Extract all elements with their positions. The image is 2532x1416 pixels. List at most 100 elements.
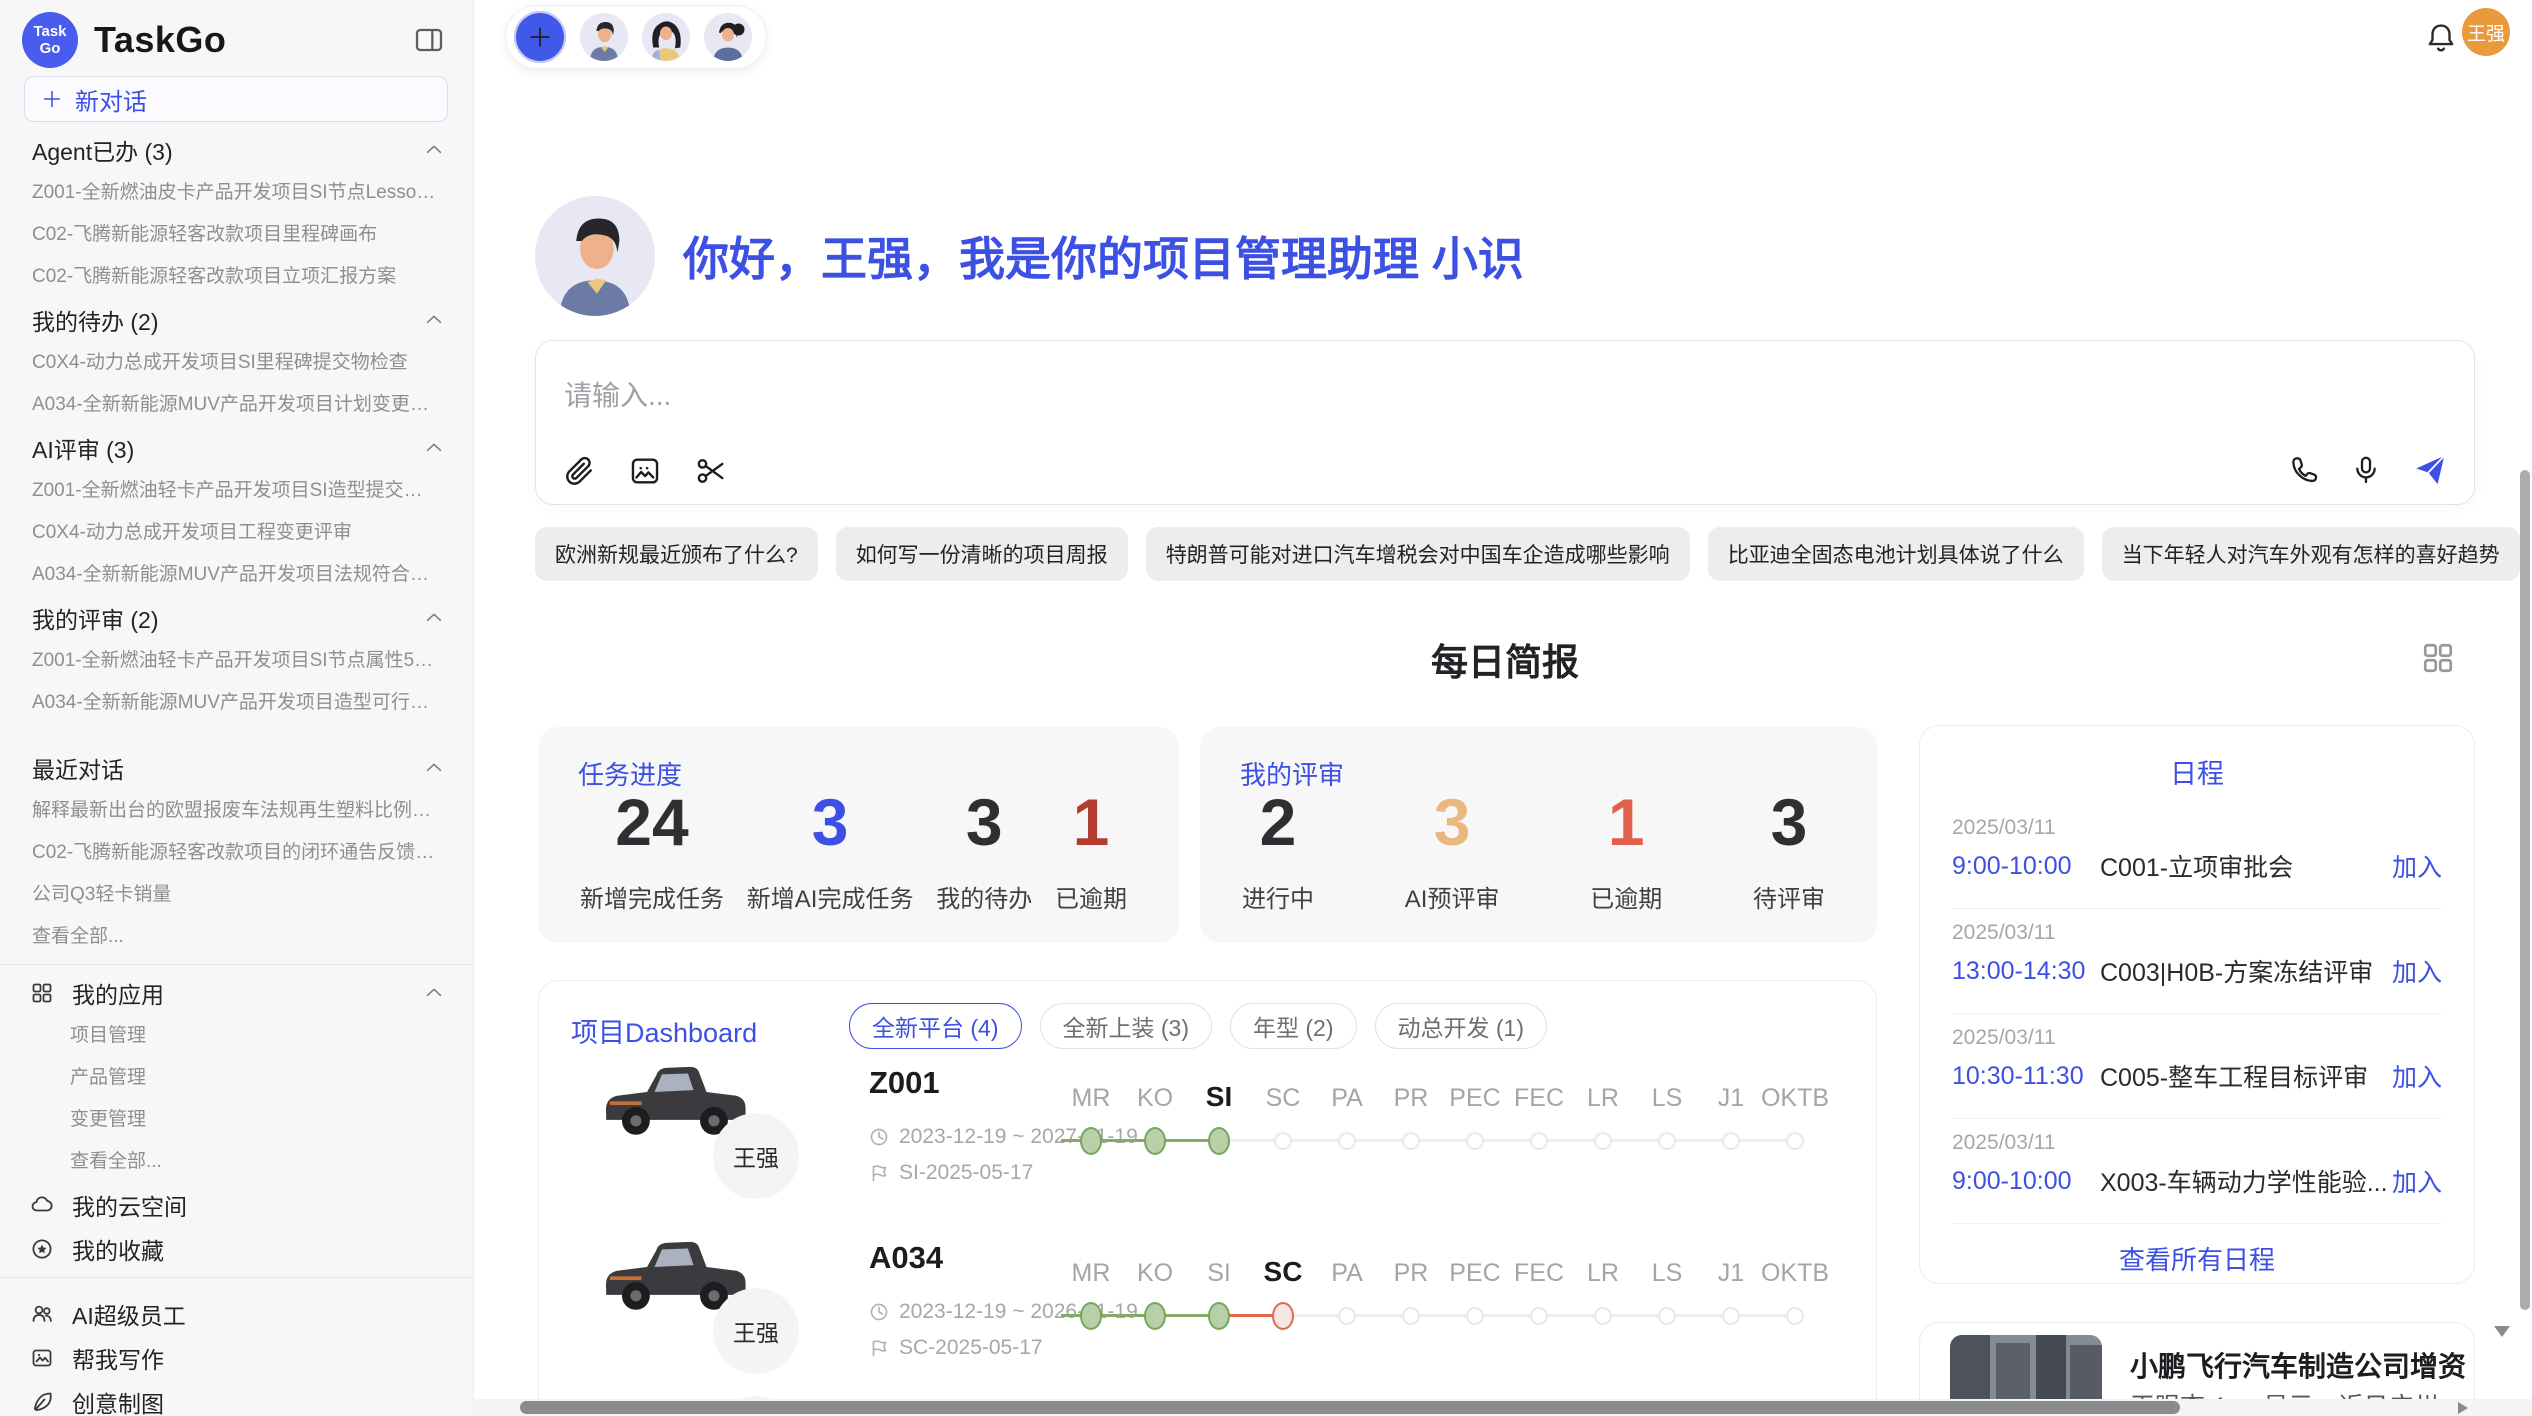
sidebar-item[interactable]: 公司Q3轻卡销量 bbox=[0, 874, 473, 916]
image-icon[interactable] bbox=[628, 454, 662, 488]
chevron-up-icon[interactable] bbox=[423, 982, 445, 1004]
cloud-icon bbox=[30, 1193, 54, 1217]
milestone-dot[interactable] bbox=[1786, 1132, 1804, 1150]
view-all-schedule-link[interactable]: 查看所有日程 bbox=[1920, 1240, 2474, 1277]
schedule-event-title: C005-整车工程目标评审 bbox=[2100, 1058, 2392, 1094]
new-chat-button[interactable]: 新对话 bbox=[24, 76, 448, 122]
sidebar-item[interactable]: Z001-全新燃油轻卡产品开发项目SI节点属性5D文件评审 bbox=[0, 640, 473, 682]
sidebar-section-title: 我的待办 (2) bbox=[32, 303, 159, 337]
sidebar-item-people[interactable]: AI超级员工 bbox=[0, 1292, 473, 1336]
sidebar-item[interactable]: A034-全新新能源MUV产品开发项目法规符合性评审 bbox=[0, 554, 473, 596]
sidebar-item[interactable]: 解释最新出台的欧盟报废车法规再生塑料比例被调至15%... bbox=[0, 790, 473, 832]
horizontal-scrollbar[interactable] bbox=[473, 1399, 2532, 1416]
vertical-scrollbar-thumb[interactable] bbox=[2520, 470, 2530, 1310]
milestone-dot[interactable] bbox=[1402, 1307, 1420, 1325]
chevron-up-icon[interactable] bbox=[423, 309, 445, 331]
sidebar-section-header[interactable]: 最近对话 bbox=[0, 746, 473, 790]
chevron-up-icon[interactable] bbox=[423, 437, 445, 459]
sidebar-item-imagewave[interactable]: 帮我写作 bbox=[0, 1336, 473, 1380]
scroll-down-arrow[interactable] bbox=[2494, 1326, 2510, 1337]
sidebar-item[interactable]: 项目管理 bbox=[0, 1015, 473, 1057]
milestone-dot[interactable] bbox=[1338, 1307, 1356, 1325]
agent-avatar-3[interactable] bbox=[704, 13, 752, 61]
sidebar-section-header[interactable]: 我的待办 (2) bbox=[0, 298, 473, 342]
schedule-item: 2025/03/11 10:30-11:30 C005-整车工程目标评审 加入 bbox=[1952, 1014, 2442, 1119]
sidebar-item-my-apps[interactable]: 我的应用 bbox=[0, 971, 473, 1015]
sidebar-item[interactable]: Z001-全新燃油轻卡产品开发项目SI造型提交物评审 bbox=[0, 470, 473, 512]
sidebar-item[interactable]: A034-全新新能源MUV产品开发项目造型可行性评审 bbox=[0, 682, 473, 724]
sidebar-item[interactable]: C0X4-动力总成开发项目工程变更评审 bbox=[0, 512, 473, 554]
chevron-up-icon[interactable] bbox=[423, 607, 445, 629]
suggestion-chip[interactable]: 比亚迪全固态电池计划具体说了什么 bbox=[1708, 527, 2084, 581]
milestone-dot[interactable] bbox=[1274, 1132, 1292, 1150]
milestone-dot[interactable] bbox=[1594, 1132, 1612, 1150]
notifications-bell-icon[interactable] bbox=[2424, 20, 2458, 58]
chevron-up-icon[interactable] bbox=[423, 139, 445, 161]
milestone-dot[interactable] bbox=[1144, 1127, 1166, 1155]
layout-toggle-icon[interactable] bbox=[2420, 640, 2456, 676]
join-meeting-link[interactable]: 加入 bbox=[2392, 1163, 2442, 1199]
milestone-dot[interactable] bbox=[1144, 1302, 1166, 1330]
sidebar-item[interactable]: C0X4-动力总成开发项目SI里程碑提交物检查 bbox=[0, 342, 473, 384]
milestone-dot[interactable] bbox=[1080, 1127, 1102, 1155]
sidebar-item[interactable]: 查看全部... bbox=[0, 916, 473, 958]
collapse-sidebar-icon[interactable] bbox=[413, 24, 445, 56]
join-meeting-link[interactable]: 加入 bbox=[2392, 848, 2442, 884]
milestone-dot[interactable] bbox=[1722, 1307, 1740, 1325]
milestone-dot[interactable] bbox=[1338, 1132, 1356, 1150]
suggestion-chip[interactable]: 当下年轻人对汽车外观有怎样的喜好趋势 bbox=[2102, 527, 2520, 581]
project-name[interactable]: A034 bbox=[869, 1240, 943, 1276]
scroll-right-arrow[interactable] bbox=[2458, 1402, 2468, 1414]
join-meeting-link[interactable]: 加入 bbox=[2392, 953, 2442, 989]
milestone-dot[interactable] bbox=[1658, 1307, 1676, 1325]
sidebar-section-header[interactable]: Agent已办 (3) bbox=[0, 128, 473, 172]
schedule-event-title: X003-车辆动力学性能验... bbox=[2100, 1163, 2392, 1199]
chevron-up-icon[interactable] bbox=[423, 757, 445, 779]
add-agent-button[interactable] bbox=[514, 11, 566, 63]
milestone-dot[interactable] bbox=[1402, 1132, 1420, 1150]
milestone-dot[interactable] bbox=[1786, 1307, 1804, 1325]
milestone-dot[interactable] bbox=[1208, 1127, 1230, 1155]
sidebar-item-badge[interactable]: 我的收藏 bbox=[0, 1227, 473, 1271]
send-icon[interactable] bbox=[2412, 452, 2448, 488]
imagewave-icon bbox=[30, 1346, 54, 1370]
sidebar-item[interactable]: A034-全新新能源MUV产品开发项目计划变更表编写 bbox=[0, 384, 473, 426]
horizontal-scrollbar-thumb[interactable] bbox=[520, 1401, 2180, 1414]
suggestion-chip[interactable]: 欧洲新规最近颁布了什么? bbox=[535, 527, 818, 581]
sidebar-item[interactable]: Z001-全新燃油皮卡产品开发项目SI节点Lesson Learn报告 bbox=[0, 172, 473, 214]
milestone-dot[interactable] bbox=[1272, 1302, 1294, 1330]
project-name[interactable]: Z001 bbox=[869, 1065, 940, 1101]
paperclip-icon[interactable] bbox=[562, 454, 596, 488]
sidebar-section-header[interactable]: AI评审 (3) bbox=[0, 426, 473, 470]
scissors-icon[interactable] bbox=[694, 454, 728, 488]
milestone-dot[interactable] bbox=[1080, 1302, 1102, 1330]
user-avatar[interactable]: 王强 bbox=[2462, 8, 2510, 56]
agent-avatar-1[interactable] bbox=[580, 13, 628, 61]
phone-call-icon[interactable] bbox=[2288, 454, 2320, 486]
sidebar-item[interactable]: C02-飞腾新能源轻客改款项目的闭环通告反馈情况 bbox=[0, 832, 473, 874]
sidebar-item[interactable]: C02-飞腾新能源轻客改款项目立项汇报方案 bbox=[0, 256, 473, 298]
suggestion-chip[interactable]: 如何写一份清晰的项目周报 bbox=[836, 527, 1128, 581]
milestone-dot[interactable] bbox=[1722, 1132, 1740, 1150]
milestone-dot[interactable] bbox=[1530, 1132, 1548, 1150]
sidebar-item[interactable]: 查看全部... bbox=[0, 1141, 473, 1183]
milestone-dot[interactable] bbox=[1658, 1132, 1676, 1150]
sidebar-item[interactable]: 产品管理 bbox=[0, 1057, 473, 1099]
join-meeting-link[interactable]: 加入 bbox=[2392, 1058, 2442, 1094]
milestone-dot[interactable] bbox=[1208, 1302, 1230, 1330]
sidebar-item[interactable]: 变更管理 bbox=[0, 1099, 473, 1141]
milestone-dot[interactable] bbox=[1594, 1307, 1612, 1325]
milestone-dot[interactable] bbox=[1466, 1307, 1484, 1325]
sidebar-item-cloud[interactable]: 我的云空间 bbox=[0, 1183, 473, 1227]
sidebar-item-quill[interactable]: 创意制图 bbox=[0, 1380, 473, 1416]
chat-input[interactable] bbox=[562, 379, 2066, 413]
milestone-dot[interactable] bbox=[1530, 1307, 1548, 1325]
sidebar-section-header[interactable]: 我的评审 (2) bbox=[0, 596, 473, 640]
suggestion-chip[interactable]: 特朗普可能对进口汽车增税会对中国车企造成哪些影响 bbox=[1146, 527, 1690, 581]
milestone-dot[interactable] bbox=[1466, 1132, 1484, 1150]
microphone-icon[interactable] bbox=[2350, 454, 2382, 486]
agent-avatar-2[interactable] bbox=[642, 13, 690, 61]
divider bbox=[0, 1277, 473, 1278]
quill-icon bbox=[30, 1390, 54, 1414]
sidebar-item[interactable]: C02-飞腾新能源轻客改款项目里程碑画布 bbox=[0, 214, 473, 256]
